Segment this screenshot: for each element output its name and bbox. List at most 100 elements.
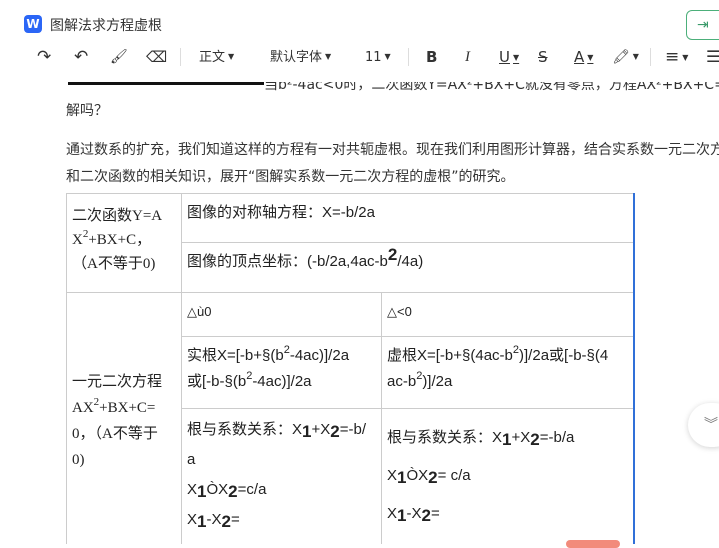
cell-text: =-b/ (339, 421, 366, 438)
cell-text: 0) (72, 452, 85, 468)
table-selection-edge (633, 193, 635, 544)
subscript: 2 (428, 468, 438, 487)
cell-text: ÒX (206, 481, 229, 498)
cell-text: = c/a (437, 467, 471, 484)
cell-text: +X (511, 429, 531, 446)
font-color-label: A (574, 48, 585, 66)
table-cell[interactable]: 虚根X=[-b+§(4ac-b2)]/2a或[-b-§(4 ac-b2)]/2a (382, 337, 634, 409)
highlight-icon: 🖍 (612, 49, 630, 65)
caret-down-icon: ▼ (384, 52, 391, 61)
caret-down-icon: ▼ (632, 52, 639, 61)
document-area[interactable]: 当b²-4ac<0时，二次函数Y=AX²+BX+C就没有零点，方程AX²+BX+… (0, 82, 719, 544)
paragraph-style-select[interactable]: 正文 ▼ (199, 46, 234, 68)
eraser-icon[interactable]: ⌫ (146, 46, 167, 68)
highlight-button[interactable]: 🖍 ▼ (612, 46, 639, 68)
table-cell[interactable]: 图像的对称轴方程：X=-b/2a (182, 193, 634, 243)
table-border-fragment (68, 82, 264, 85)
exit-icon: ⇥ (697, 17, 709, 33)
cell-text: ac-b (387, 373, 417, 390)
table-cell[interactable]: 根与系数关系：X1+X2=-b/a X1ÒX2= c/a X1-X2= (382, 409, 634, 544)
formatting-toolbar: ↷ ↶ 🖌 ⌫ 正文 ▼ 默认字体 ▼ 11 ▼ B I U ▼ S A ▼ 🖍 ▼ ≡ ▼ … (0, 46, 719, 70)
subscript: 2 (330, 422, 340, 441)
cell-text: -X (406, 505, 422, 522)
underline-button[interactable]: U ▼ (499, 46, 519, 68)
cell-text: -X (206, 511, 222, 528)
subscript: 2 (421, 506, 431, 525)
paragraph-line: 和二次函数的相关知识，展开“图解实系数一元二次方程的虚根”的研究。 (66, 169, 515, 185)
caret-down-icon: ▼ (228, 52, 235, 61)
cell-text: 图像的对称轴方程：X=-b/2a (187, 204, 375, 221)
superscript: 2 (387, 245, 398, 264)
table-cell[interactable]: 图像的顶点坐标：(-b/2a,4ac-b2/4a) (182, 243, 634, 293)
cell-text: /4a) (397, 253, 424, 270)
font-size-select[interactable]: 11 ▼ (365, 46, 391, 68)
table-cell[interactable]: 一元二次方程 AX2+BX+C= 0，（A不等于 0) (66, 293, 182, 544)
font-name-select[interactable]: 默认字体 ▼ (270, 46, 331, 68)
bold-button[interactable]: B (426, 46, 437, 68)
exit-button[interactable]: ⇥ (686, 10, 719, 40)
cell-text: +BX+C= (99, 400, 156, 416)
notification-badge (566, 540, 620, 548)
cell-text: X (72, 232, 83, 248)
cell-text: -4ac)]/2a (252, 373, 312, 390)
cell-text: a (187, 451, 196, 468)
align-icon: ≡ (665, 47, 680, 67)
cell-text: △ù0 (187, 304, 212, 319)
cell-text: =-b/a (539, 429, 575, 446)
format-painter-icon[interactable]: 🖌 (110, 46, 128, 68)
table-cell[interactable]: 二次函数Y=A X2+BX+C， （A不等于0) (66, 193, 182, 293)
cell-text: 根与系数关系：X (387, 429, 503, 446)
italic-button[interactable]: I (465, 46, 470, 68)
cell-text: X (387, 505, 398, 522)
cell-text: )]/2a或[-b-§(4 (519, 347, 609, 364)
title-bar: W 图解法求方程虚根 ⇥ (0, 0, 719, 46)
redo-icon[interactable]: ↷ (37, 46, 51, 68)
cell-text: X (387, 467, 398, 484)
cell-text: 或[-b-§(b (187, 373, 247, 390)
cell-text: =c/a (237, 481, 267, 498)
caret-down-icon: ▼ (682, 53, 689, 62)
cell-text: +X (311, 421, 331, 438)
cell-text: X (187, 511, 198, 528)
caret-down-icon: ▼ (512, 53, 520, 62)
strikethrough-button[interactable]: S (538, 46, 548, 68)
cell-text: （A不等于0) (72, 256, 156, 272)
double-chevron-down-icon: ︾ (704, 417, 718, 433)
cell-text: 根与系数关系：X (187, 421, 303, 438)
paragraph-line: 解吗？ (66, 103, 108, 119)
cell-text: X (187, 481, 198, 498)
subscript: 2 (221, 512, 231, 531)
cell-text: △<0 (387, 304, 412, 319)
align-button[interactable]: ≡ ▼ (665, 46, 688, 68)
cell-text: = (430, 505, 440, 522)
font-color-button[interactable]: A ▼ (574, 46, 593, 68)
caret-down-icon: ▼ (325, 52, 332, 61)
table-cell[interactable]: 实根X=[-b+§(b2-4ac)]/2a 或[-b-§(b2-4ac)]/2a (182, 337, 382, 409)
cell-text: ÒX (406, 467, 429, 484)
cell-text: 虚根X=[-b+§(4ac-b (387, 347, 513, 364)
cell-text: 实根X=[-b+§(b (187, 347, 284, 364)
app-logo-icon: W (24, 15, 42, 33)
cell-text: 0，（A不等于 (72, 426, 158, 442)
toolbar-divider (180, 48, 181, 66)
cell-text: )]/2a (422, 373, 453, 390)
paragraph-line: 通过数系的扩充，我们知道这样的方程有一对共轭虚根。现在我们利用图形计算器，结合实… (66, 142, 719, 158)
cell-text: 图像的顶点坐标：(-b/2a,4ac-b (187, 253, 388, 270)
subscript: 2 (530, 430, 540, 449)
cell-text: 一元二次方程 (72, 374, 163, 390)
table-cell[interactable]: 根与系数关系：X1+X2=-b/ a X1ÒX2=c/a X1-X2= (182, 409, 382, 544)
cell-text: = (230, 511, 240, 528)
toolbar-divider (650, 48, 651, 66)
undo-icon[interactable]: ↶ (74, 46, 88, 68)
cell-text: -4ac)]/2a (289, 347, 350, 364)
table-cell[interactable]: △<0 (382, 293, 634, 337)
font-name-label: 默认字体 (270, 50, 323, 65)
font-size-label: 11 (365, 50, 382, 65)
table-cell[interactable]: △ù0 (182, 293, 382, 337)
paragraph-style-label: 正文 (199, 50, 226, 65)
list-button[interactable]: ☰ (706, 46, 719, 68)
cell-text: +BX+C， (88, 232, 152, 248)
underline-label: U (499, 48, 510, 66)
cut-off-text-line: 当b²-4ac<0时，二次函数Y=AX²+BX+C就没有零点，方程AX²+BX+… (264, 82, 719, 93)
caret-down-icon: ▼ (587, 53, 594, 62)
